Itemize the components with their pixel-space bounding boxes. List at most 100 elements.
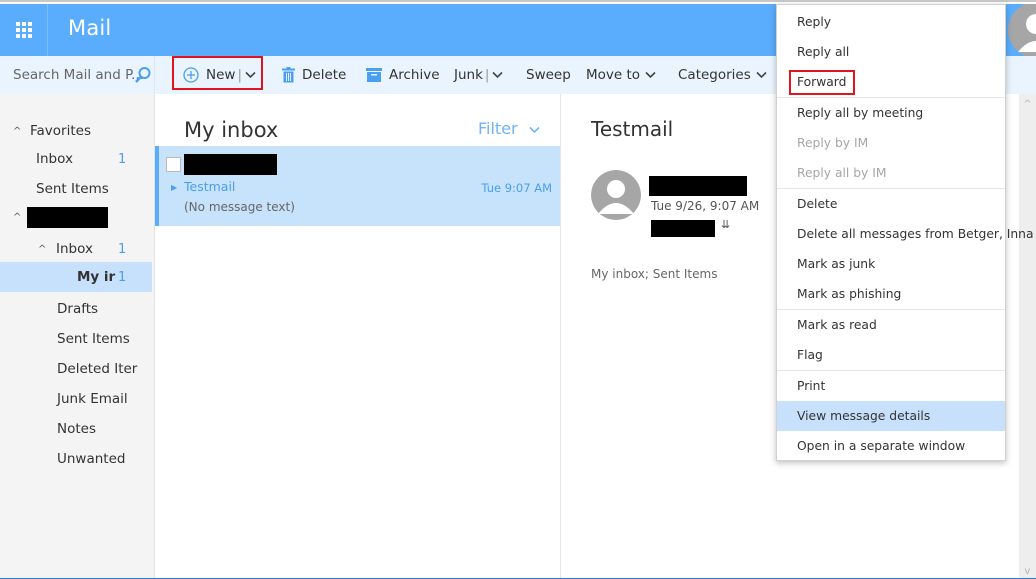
- new-label: New: [206, 67, 236, 83]
- folder-pane: ^ Favorites Inbox 1 Sent Items ^ ^ Inbox…: [0, 94, 155, 579]
- collapse-caret-icon[interactable]: ^: [13, 126, 25, 137]
- menu-item-reply-all-by-meeting[interactable]: Reply all by meeting: [777, 98, 1005, 128]
- folder-drafts[interactable]: Drafts: [0, 294, 152, 324]
- folder-label: Inbox: [36, 151, 73, 167]
- archive-label: Archive: [389, 67, 440, 83]
- person-icon: [591, 170, 641, 220]
- move-to-label: Move to: [586, 67, 641, 83]
- message-list-pane: My inbox Filter ▶ Testmail Tue 9:07 AM (…: [155, 94, 561, 579]
- folder-label: My ir: [77, 269, 116, 285]
- unread-count: 1: [118, 151, 127, 167]
- folder-label: Sent Items: [57, 331, 130, 347]
- menu-item-mark-as-read[interactable]: Mark as read: [777, 310, 1005, 340]
- folder-notes[interactable]: Notes: [0, 414, 152, 444]
- delete-button[interactable]: Delete: [282, 56, 346, 94]
- menu-item-view-message-details[interactable]: View message details: [777, 401, 1005, 431]
- trash-icon: [282, 67, 295, 83]
- favorites-header[interactable]: ^ Favorites: [0, 116, 152, 146]
- redacted-sender-name: [649, 176, 747, 196]
- waffle-grid-icon: [15, 22, 32, 38]
- search-input[interactable]: Search Mail and P...: [13, 67, 144, 83]
- double-chevron-down-icon[interactable]: ⇊: [721, 218, 730, 231]
- menu-item-open-in-separate-window[interactable]: Open in a separate window: [777, 431, 1005, 461]
- chevron-down-icon: [529, 126, 540, 134]
- folder-label: Junk Email: [57, 391, 128, 407]
- folder-sent-items[interactable]: Sent Items: [0, 324, 152, 354]
- sender-avatar: [591, 170, 641, 220]
- delete-label: Delete: [302, 67, 347, 83]
- menu-item-reply-all[interactable]: Reply all: [777, 37, 1005, 67]
- message-list-item[interactable]: ▶ Testmail Tue 9:07 AM (No message text): [155, 146, 560, 226]
- junk-button[interactable]: Junk |: [454, 56, 504, 94]
- search-box[interactable]: Search Mail and P...: [0, 56, 155, 94]
- folder-inbox[interactable]: ^ Inbox 1: [0, 234, 152, 264]
- search-icon[interactable]: [134, 66, 152, 84]
- unread-count: 1: [118, 241, 127, 257]
- junk-dropdown-chevron-icon[interactable]: [492, 67, 504, 83]
- menu-item-reply-all-by-im: Reply all by IM: [797, 166, 887, 180]
- scroll-up-arrow-icon[interactable]: ^: [1019, 96, 1036, 112]
- filter-button[interactable]: Filter: [478, 119, 540, 138]
- app-title: Mail: [68, 16, 112, 40]
- folder-label: Notes: [57, 421, 96, 437]
- folder-my-inbox[interactable]: My ir 1: [0, 262, 152, 292]
- folder-label: Inbox: [56, 241, 93, 257]
- menu-item-mark-as-phishing[interactable]: Mark as phishing: [777, 279, 1005, 309]
- move-to-button[interactable]: Move to: [586, 56, 656, 94]
- plus-circle-icon: [183, 67, 199, 83]
- menu-item-print[interactable]: Print: [777, 371, 1005, 401]
- message-preview: (No message text): [184, 200, 295, 214]
- folder-deleted-items[interactable]: Deleted Iter: [0, 354, 152, 384]
- message-subject: Testmail: [184, 179, 236, 194]
- folder-label: Drafts: [57, 301, 99, 317]
- message-folders: My inbox; Sent Items: [591, 267, 718, 281]
- redacted-recipient: [651, 220, 715, 237]
- favorites-label: Favorites: [30, 123, 91, 139]
- redacted-sender-name: [184, 154, 277, 175]
- filter-label: Filter: [478, 119, 518, 138]
- junk-label: Junk: [454, 67, 483, 83]
- collapse-caret-icon[interactable]: ^: [38, 244, 50, 255]
- message-context-menu: Reply Reply all Forward Reply all by mee…: [776, 4, 1034, 461]
- chevron-down-icon: [645, 67, 656, 83]
- new-dropdown-chevron-icon[interactable]: [245, 67, 256, 83]
- folder-favorites-sent-items[interactable]: Sent Items: [0, 174, 152, 204]
- mail-app-window: Mail Search Mail and P... New | Delete A…: [0, 0, 1036, 579]
- chevron-down-icon: [756, 67, 767, 83]
- archive-box-icon: [366, 68, 382, 82]
- folder-label: Deleted Iter: [57, 361, 138, 377]
- menu-item-mark-as-junk[interactable]: Mark as junk: [777, 249, 1005, 279]
- menu-item-flag[interactable]: Flag: [777, 340, 1005, 370]
- categories-label: Categories: [678, 67, 751, 83]
- sweep-button[interactable]: Sweep: [526, 56, 571, 94]
- menu-item-forward[interactable]: Forward: [777, 67, 1005, 97]
- vertical-scrollbar[interactable]: ^ v: [1019, 94, 1036, 579]
- redacted-account-name: [27, 206, 108, 228]
- app-launcher-button[interactable]: [0, 4, 48, 56]
- folder-label: Unwanted: [57, 451, 126, 467]
- unread-count: 1: [118, 269, 127, 285]
- folder-unwanted[interactable]: Unwanted: [0, 444, 152, 474]
- folder-label: Sent Items: [36, 181, 109, 197]
- menu-item-delete-all-from-sender[interactable]: Delete all messages from Betger, Inna: [777, 219, 1034, 249]
- menu-item-delete[interactable]: Delete: [777, 189, 1005, 219]
- message-subject-heading: Testmail: [591, 117, 674, 141]
- message-date: Tue 9/26, 9:07 AM: [651, 199, 760, 213]
- expand-conversation-triangle-icon[interactable]: ▶: [171, 183, 177, 192]
- folder-junk-email[interactable]: Junk Email: [0, 384, 152, 414]
- categories-button[interactable]: Categories: [678, 56, 767, 94]
- user-avatar-button[interactable]: [1006, 4, 1036, 56]
- menu-item-reply-by-im: Reply by IM: [797, 136, 869, 150]
- message-time: Tue 9:07 AM: [481, 181, 552, 195]
- person-icon: [1008, 4, 1036, 56]
- folder-favorites-inbox[interactable]: Inbox 1: [0, 144, 152, 174]
- scroll-down-arrow-icon[interactable]: v: [1019, 563, 1036, 579]
- collapse-caret-icon[interactable]: ^: [13, 212, 25, 223]
- list-title: My inbox: [184, 118, 279, 142]
- menu-item-reply[interactable]: Reply: [777, 7, 1005, 37]
- archive-button[interactable]: Archive: [366, 56, 440, 94]
- sweep-label: Sweep: [526, 67, 571, 83]
- account-header[interactable]: ^: [0, 202, 152, 232]
- new-button[interactable]: New |: [183, 56, 256, 94]
- message-select-checkbox[interactable]: [166, 157, 181, 172]
